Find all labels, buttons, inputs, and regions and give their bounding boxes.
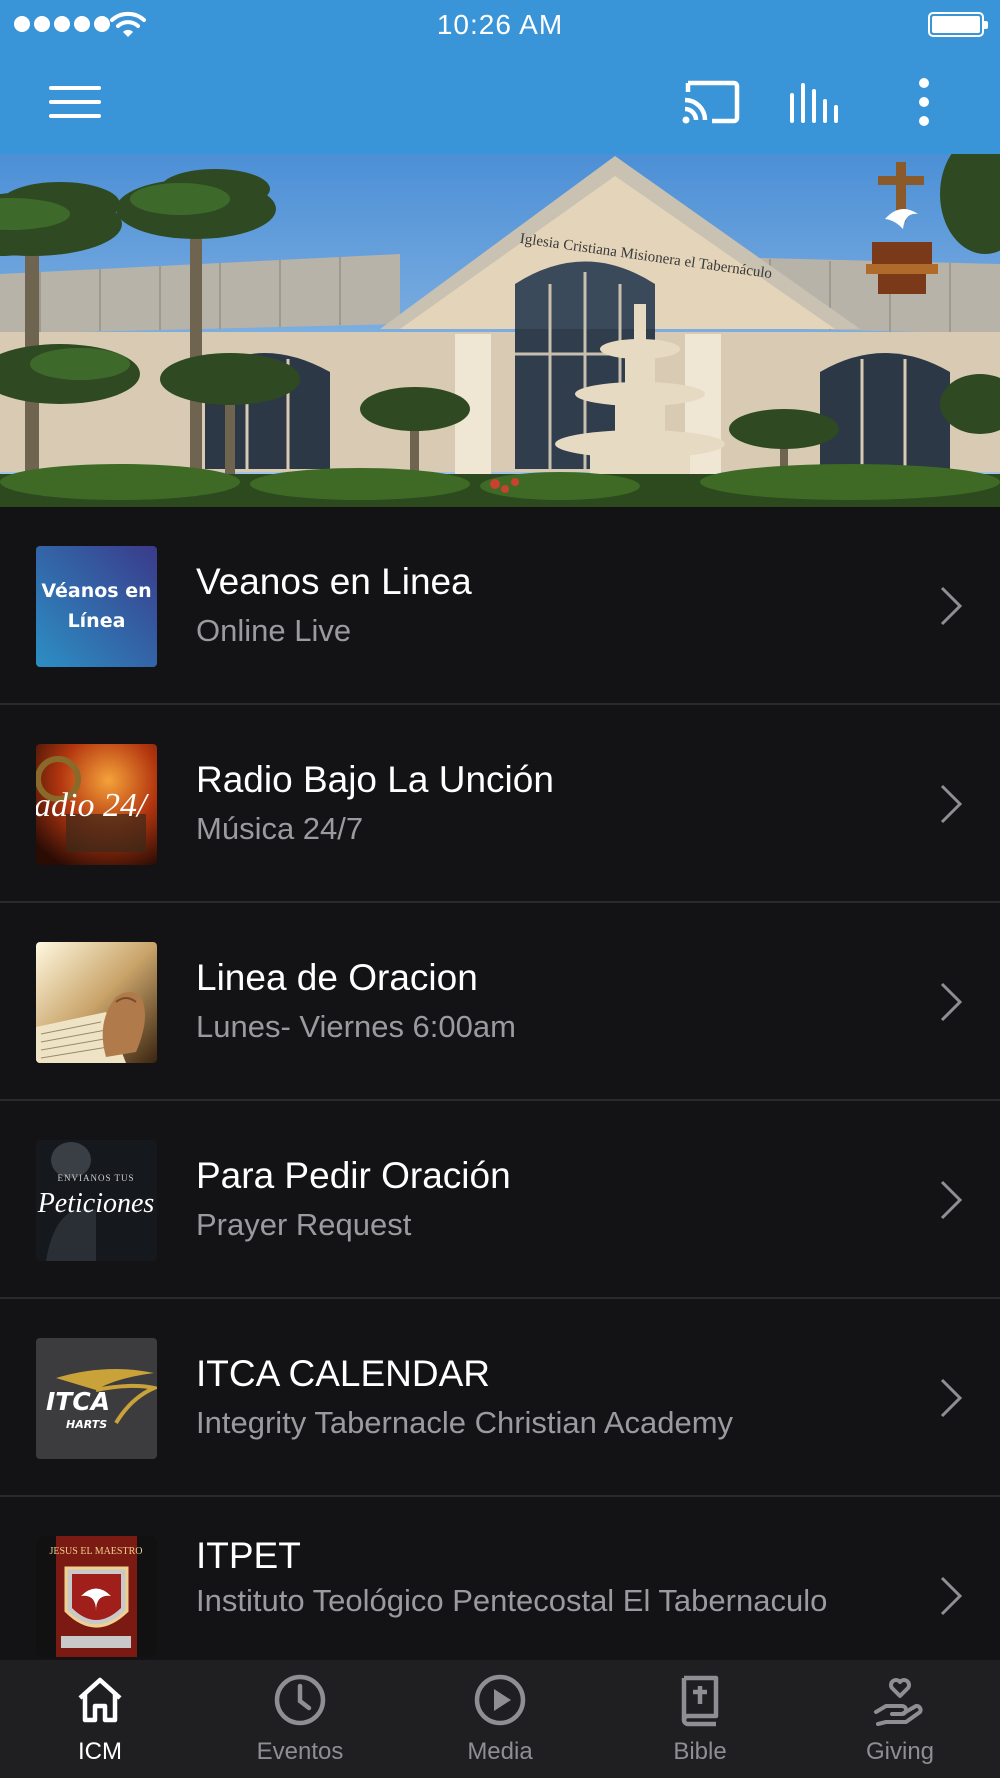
list-item[interactable]: JESUS EL MAESTRO ITPET Instituto Teológi…	[0, 1497, 1000, 1660]
cast-icon[interactable]	[679, 70, 743, 134]
status-bar: 10:26 AM	[0, 0, 1000, 50]
battery-icon	[928, 12, 988, 37]
list-item-subtitle: Prayer Request	[196, 1207, 412, 1242]
tab-giving[interactable]: Giving	[800, 1660, 1000, 1778]
prayer-request-thumbnail: ENVIANOS TUS Peticiones	[36, 1140, 157, 1261]
home-icon	[78, 1677, 122, 1723]
list-item-title: Para Pedir Oración	[196, 1155, 511, 1196]
svg-text:adio 24/: adio 24/	[36, 787, 150, 824]
svg-text:ITCA: ITCA	[46, 1387, 110, 1416]
list-item-title: Radio Bajo La Unción	[196, 759, 554, 800]
list-item[interactable]: ITCA HARTS ITCA CALENDAR Integrity Taber…	[0, 1299, 1000, 1497]
chevron-right-icon	[940, 784, 963, 824]
giving-hand-heart-icon	[874, 1678, 923, 1726]
tab-media[interactable]: Media	[400, 1660, 600, 1778]
tab-icm[interactable]: ICM	[0, 1660, 200, 1778]
list-item-subtitle: Música 24/7	[196, 811, 364, 846]
status-time: 10:26 AM	[436, 9, 564, 40]
play-circle-icon	[474, 1674, 526, 1726]
chevron-right-icon	[940, 1378, 963, 1418]
list-item-title: ITCA CALENDAR	[196, 1353, 491, 1394]
itca-logo-thumbnail: ITCA HARTS	[36, 1338, 157, 1459]
chevron-right-icon	[940, 982, 963, 1022]
tab-label: Giving	[865, 1738, 935, 1765]
chevron-right-icon	[940, 1576, 963, 1616]
bible-icon	[681, 1675, 719, 1727]
tab-label: ICM	[78, 1738, 122, 1765]
list-item-subtitle: Instituto Teológico Pentecostal El Taber…	[196, 1583, 828, 1618]
list-item-title: ITPET	[196, 1535, 301, 1576]
bottom-tab-bar: ICM Eventos Media Bible Giving	[0, 1660, 1000, 1778]
prayer-line-thumbnail	[36, 942, 157, 1063]
clock-icon	[274, 1674, 326, 1726]
tab-eventos[interactable]: Eventos	[200, 1660, 400, 1778]
svg-text:JESUS EL MAESTRO: JESUS EL MAESTRO	[50, 1546, 143, 1557]
tab-bible[interactable]: Bible	[600, 1660, 800, 1778]
more-vertical-icon[interactable]	[892, 70, 956, 134]
list-item-title: Linea de Oracion	[196, 957, 478, 998]
feature-list: Véanos en Línea Veanos en Linea Online L…	[0, 507, 1000, 1660]
list-item[interactable]: adio 24/ Radio Bajo La Unción Música 24/…	[0, 705, 1000, 903]
list-item[interactable]: Véanos en Línea Veanos en Linea Online L…	[0, 507, 1000, 705]
list-item-title: Veanos en Linea	[196, 561, 472, 602]
hamburger-menu-icon[interactable]	[43, 70, 107, 134]
list-item[interactable]: ENVIANOS TUS Peticiones Para Pedir Oraci…	[0, 1101, 1000, 1299]
audio-equalizer-icon[interactable]	[785, 70, 849, 134]
tab-label: Bible	[673, 1738, 727, 1765]
tab-label: Eventos	[256, 1738, 344, 1765]
svg-text:HARTS: HARTS	[66, 1418, 107, 1431]
church-hero-image: Iglesia Cristiana Misionera el Tabernácu…	[0, 154, 1000, 507]
chevron-right-icon	[940, 586, 963, 626]
svg-text:ENVIANOS TUS: ENVIANOS TUS	[57, 1173, 134, 1183]
radio-thumbnail: adio 24/	[36, 744, 157, 865]
chevron-right-icon	[940, 1180, 963, 1220]
online-live-thumbnail: Véanos en Línea	[36, 546, 157, 667]
app-toolbar	[0, 50, 1000, 154]
list-item[interactable]: Linea de Oracion Lunes- Viernes 6:00am	[0, 903, 1000, 1101]
itpet-seal-thumbnail: JESUS EL MAESTRO	[36, 1536, 157, 1657]
list-item-subtitle: Lunes- Viernes 6:00am	[196, 1009, 516, 1044]
list-item-subtitle: Online Live	[196, 613, 352, 648]
tab-label: Media	[467, 1738, 533, 1765]
svg-text:Peticiones: Peticiones	[37, 1188, 155, 1219]
list-item-subtitle: Integrity Tabernacle Christian Academy	[196, 1405, 734, 1440]
